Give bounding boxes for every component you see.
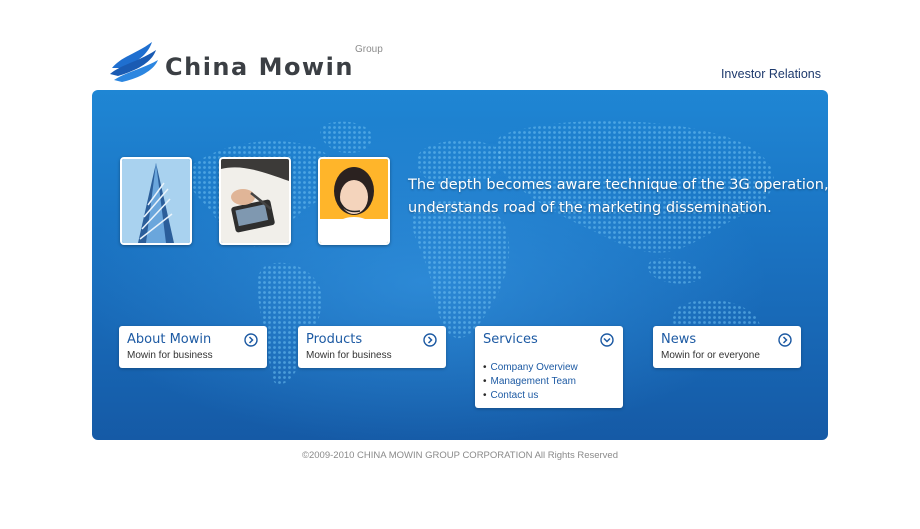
card-title: Services [483, 332, 538, 347]
company-logo[interactable]: China Mowin Group [108, 38, 408, 88]
dotted-world-map [186, 121, 774, 385]
tagline-line-1: The depth becomes aware technique of the… [408, 177, 828, 193]
card-subtitle: Mowin for business [127, 350, 213, 361]
products-card[interactable]: Products Mowin for business [298, 326, 446, 368]
services-card[interactable]: Services Company Overview Management Tea… [475, 326, 623, 408]
hero-tagline: The depth becomes aware technique of the… [408, 174, 828, 220]
card-title: Products [306, 332, 363, 347]
wave-logo-icon [110, 42, 158, 82]
call-center-photo [318, 157, 390, 245]
footer-copyright: ©2009-2010 CHINA MOWIN GROUP CORPORATION… [301, 450, 618, 461]
card-subtitle: Mowin for or everyone [661, 350, 760, 361]
card-title: News [661, 332, 697, 347]
card-title: About Mowin [127, 332, 212, 347]
contact-us-link[interactable]: Contact us [483, 389, 578, 403]
hero-banner: The depth becomes aware technique of the… [92, 90, 828, 440]
investor-relations-link[interactable]: Investor Relations [721, 67, 821, 81]
chevron-down-circle-icon[interactable] [600, 333, 614, 347]
company-overview-link[interactable]: Company Overview [483, 361, 578, 375]
card-subtitle: Mowin for business [306, 350, 392, 361]
logo-group-label: Group [355, 44, 383, 55]
chevron-right-circle-icon[interactable] [778, 333, 792, 347]
building-photo [120, 157, 192, 245]
services-links: Company Overview Management Team Contact… [483, 361, 578, 403]
tagline-line-2: understands road of the marketing dissem… [408, 200, 772, 216]
pda-hand-photo [219, 157, 291, 245]
news-card[interactable]: News Mowin for or everyone [653, 326, 801, 368]
chevron-right-circle-icon[interactable] [423, 333, 437, 347]
about-mowin-card[interactable]: About Mowin Mowin for business [119, 326, 267, 368]
management-team-link[interactable]: Management Team [483, 375, 578, 389]
chevron-right-circle-icon[interactable] [244, 333, 258, 347]
logo-wordmark: China Mowin [165, 53, 354, 81]
